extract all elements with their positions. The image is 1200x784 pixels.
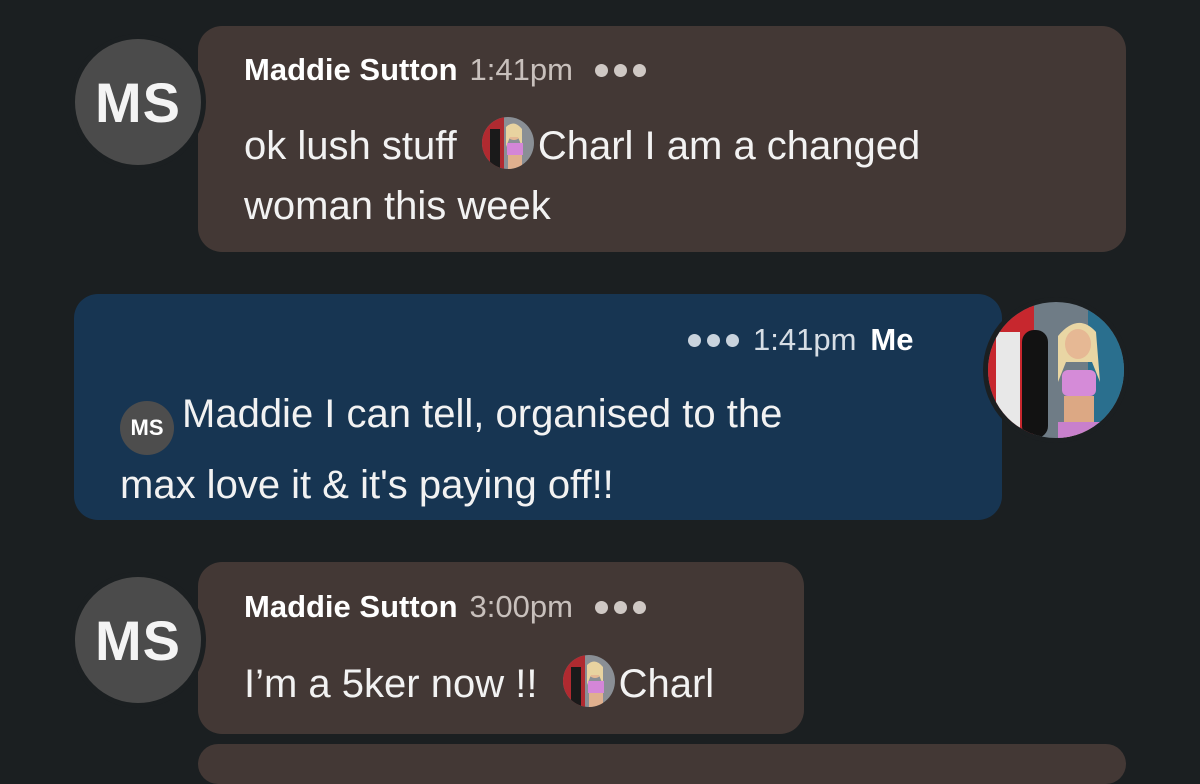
message-time: 1:41pm (469, 52, 573, 87)
mention-avatar-icon (481, 117, 534, 169)
message-bubble-incoming-partial[interactable] (198, 744, 1126, 784)
sender-name: Maddie Sutton (244, 52, 458, 87)
more-dots-icon[interactable] (594, 63, 646, 77)
sender-name: Me (870, 322, 914, 357)
message-header: 1:41pm Me (688, 322, 913, 358)
mention-avatar-icon (562, 655, 615, 707)
message-text: MS Maddie I can tell, organised to the ma… (120, 392, 783, 507)
more-dots-icon[interactable] (688, 333, 739, 347)
profile-photo-icon[interactable] (983, 297, 1129, 443)
message-text: I’m a 5ker now !! Charl (244, 654, 804, 714)
message-header: Maddie Sutton 1:41pm (244, 52, 646, 88)
message-text: ok lush stuff Charl I am a changed woman… (244, 116, 1104, 236)
message-time: 1:41pm (753, 322, 857, 357)
message-header: Maddie Sutton 3:00pm (244, 589, 646, 625)
mention-link[interactable]: Charl (619, 662, 715, 706)
avatar[interactable]: MS (70, 34, 206, 170)
mention-avatar-icon: MS (120, 401, 174, 455)
message-time: 3:00pm (469, 589, 573, 624)
sender-name: Maddie Sutton (244, 589, 458, 624)
avatar[interactable]: MS (70, 572, 206, 708)
more-dots-icon[interactable] (594, 600, 646, 614)
mention-link[interactable]: Charl (538, 124, 634, 168)
